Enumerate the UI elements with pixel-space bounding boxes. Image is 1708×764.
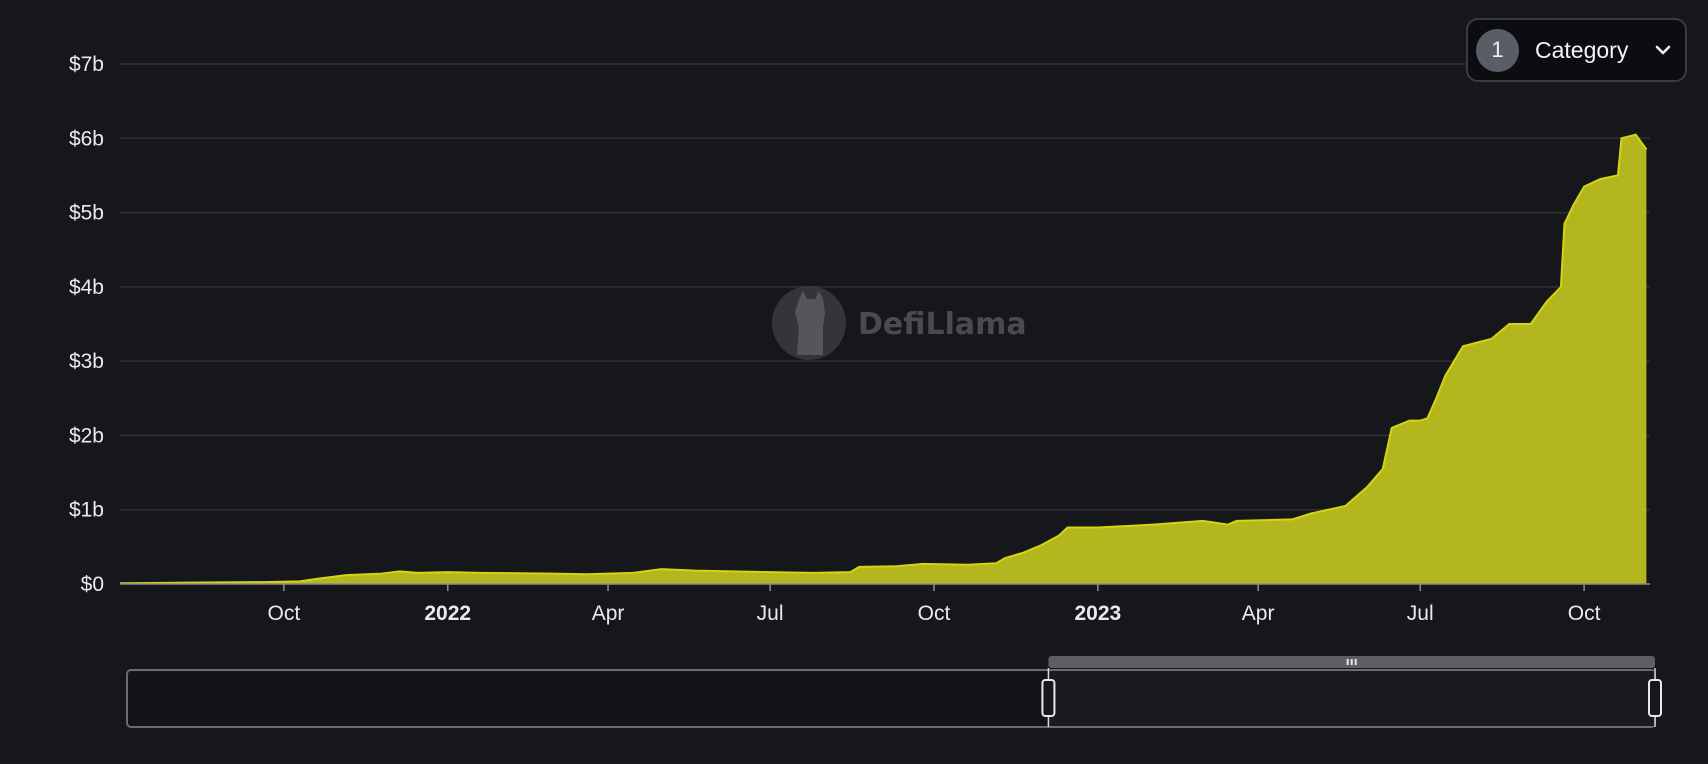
- watermark-text: DefiLlama: [858, 307, 1027, 342]
- x-tick-label: 2022: [424, 602, 471, 625]
- y-tick-label: $0: [81, 573, 104, 596]
- chevron-down-icon: [1655, 45, 1671, 55]
- zoom-slider[interactable]: [126, 656, 1662, 728]
- category-filter-dropdown[interactable]: 1 Category: [1466, 18, 1687, 82]
- y-tick-label: $2b: [69, 424, 104, 447]
- y-tick-label: $6b: [69, 127, 104, 150]
- area-fill: [120, 134, 1647, 584]
- chart: $0 $1b $2b $3b $4b $5b $6b $7b DefiLlama Oct 202…: [69, 53, 1662, 728]
- llama-logo-icon-body: [795, 291, 825, 355]
- slider-selected-range[interactable]: [1048, 671, 1655, 726]
- y-tick-label: $5b: [69, 202, 104, 225]
- x-tick-label: Oct: [918, 602, 951, 625]
- y-tick-label: $3b: [69, 350, 104, 373]
- selected-count-badge: 1: [1476, 28, 1519, 72]
- y-axis: $0 $1b $2b $3b $4b $5b $6b $7b: [69, 53, 104, 596]
- x-tick-label: Apr: [592, 602, 625, 625]
- x-tick-label: Apr: [1242, 602, 1275, 625]
- category-filter-label: Category: [1535, 36, 1629, 63]
- x-tick-label: 2023: [1074, 602, 1121, 625]
- y-tick-label: $1b: [69, 499, 104, 522]
- area-series: [119, 133, 1648, 585]
- y-tick-label: $7b: [69, 53, 104, 76]
- x-tick-label: Jul: [1407, 602, 1434, 625]
- y-tick-label: $4b: [69, 276, 104, 299]
- x-tick-label: Oct: [1568, 602, 1601, 625]
- x-tick-label: Jul: [757, 602, 784, 625]
- slider-grip-icon[interactable]: [1346, 659, 1357, 665]
- x-tick-label: Oct: [268, 602, 301, 625]
- x-axis: Oct 2022 Apr Jul Oct 2023 Apr Jul Oct: [268, 584, 1601, 625]
- watermark: DefiLlama: [772, 286, 1027, 360]
